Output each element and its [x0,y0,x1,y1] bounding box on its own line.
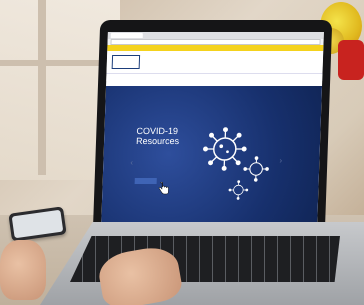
hero-title-line: Resources [135,136,180,146]
virus-icon [228,180,249,200]
pointer-cursor-icon [158,182,169,195]
browser-address-bar [107,39,324,45]
browser-tab[interactable] [110,33,143,38]
virus-icon [243,156,269,182]
left-hand [0,240,46,300]
hero-title-line: COVID-19 [136,126,179,136]
hero-title: COVID-19 Resources [136,126,180,146]
chevron-left-icon[interactable]: ‹ [130,158,133,167]
site-logo[interactable] [111,55,141,69]
window-frame [38,0,46,175]
smartphone-screen [11,209,64,239]
photo-scene: COVID-19 Resources ‹ › [0,0,364,305]
browser-tab-bar [107,32,324,39]
main-navigation [106,73,323,81]
chevron-right-icon[interactable]: › [279,156,282,165]
virus-icon [203,127,247,171]
hero-cta-button[interactable] [134,178,157,184]
red-cup [338,40,364,80]
url-field[interactable] [110,39,321,45]
site-header [106,51,324,73]
